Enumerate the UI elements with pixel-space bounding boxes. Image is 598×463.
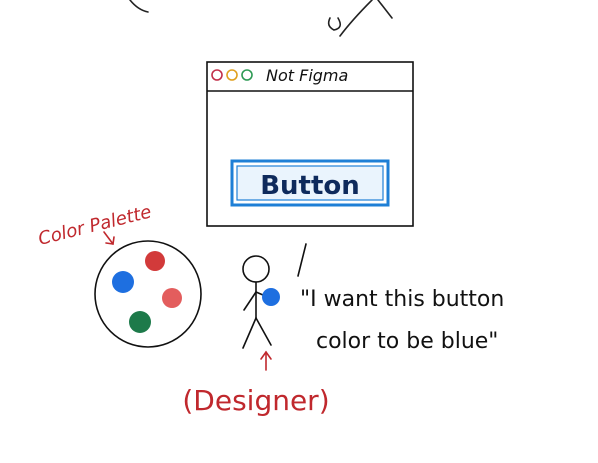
blue-swatch[interactable] <box>112 271 134 293</box>
top-right-scribble <box>377 0 393 19</box>
canvas-button[interactable]: Button <box>230 159 390 207</box>
whiteboard-sketch: Not Figma Button Color Palette (Designer… <box>36 0 504 417</box>
designer-right-leg <box>255 317 272 346</box>
quote-line-1: "I want this button <box>300 287 504 312</box>
app-window: Not Figma Button <box>206 61 414 227</box>
held-blue-color-blob <box>262 288 280 306</box>
window-title: Not Figma <box>266 66 348 85</box>
speech-tick <box>297 243 307 277</box>
top-mid-scribble-stroke <box>339 0 373 37</box>
designer-label: (Designer) <box>182 384 329 417</box>
palette-arrow-icon <box>103 231 115 245</box>
designer-head <box>242 255 270 283</box>
top-mid-scribble-loop <box>327 17 342 31</box>
top-edge-scribbles <box>129 0 393 37</box>
red-swatch[interactable] <box>145 251 165 271</box>
window-frame <box>206 61 414 227</box>
pink-swatch[interactable] <box>162 288 182 308</box>
designer-quote: "I want this button color to be blue" <box>300 287 504 354</box>
button-label[interactable]: Button <box>260 171 360 201</box>
designer-arrow-icon <box>260 350 272 371</box>
green-swatch[interactable] <box>129 311 151 333</box>
color-palette: Color Palette <box>36 201 202 348</box>
top-left-scribble <box>129 0 149 13</box>
designer-left-arm <box>243 291 257 311</box>
designer-left-leg <box>242 317 257 349</box>
quote-line-2: color to be blue" <box>316 329 498 354</box>
